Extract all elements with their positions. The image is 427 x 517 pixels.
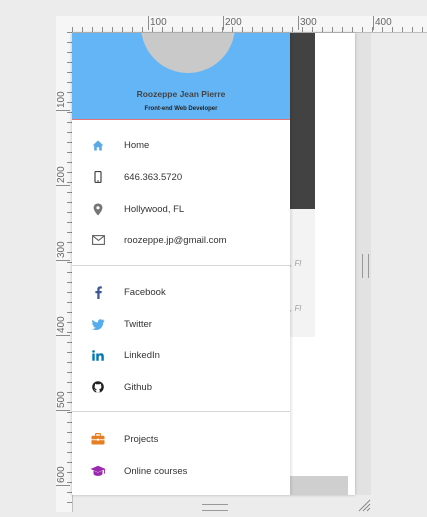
ruler-tick [56,485,70,486]
ruler-tick [56,185,70,186]
resize-corner-icon[interactable] [357,498,371,512]
ruler-tick [298,16,299,30]
device-viewport: , Fl , Fl Roozeppe Jean Pierre Front-end… [72,33,355,495]
drawer-item-projects[interactable]: Projects [72,426,290,452]
ruler-label: 300 [300,17,317,28]
ruler-label: 500 [56,391,67,408]
briefcase-icon [72,433,124,445]
resize-handle-right[interactable] [362,254,369,278]
drawer-item-label: Projects [124,433,159,445]
drawer-item-github[interactable]: Github [72,374,290,400]
drawer-item-label: Facebook [124,286,166,298]
ruler-label: 200 [225,17,242,28]
drawer-item-label: roozeppe.jp@gmail.com [124,234,227,246]
ruler-tick [56,335,70,336]
drawer-header: Roozeppe Jean Pierre Front-end Web Devel… [72,33,290,120]
facebook-icon [72,285,124,299]
location-icon [72,203,124,216]
ruler-label: 600 [56,466,67,483]
github-icon [72,381,124,393]
navigation-drawer: Roozeppe Jean Pierre Front-end Web Devel… [72,33,290,495]
drawer-item-phone[interactable]: 646.363.5720 [72,164,290,190]
ruler-label: 100 [150,17,167,28]
background-page-text: , Fl [290,259,302,268]
resize-handle-bottom[interactable] [202,504,228,511]
background-page-footer [290,476,348,495]
ruler-corner [56,16,72,32]
divider [72,265,290,266]
ruler-label: 300 [56,241,67,258]
ruler-label: 400 [56,316,67,333]
drawer-item-label: Online courses [124,465,188,477]
mail-icon [72,235,124,245]
profile-name: Roozeppe Jean Pierre [136,89,226,99]
twitter-icon [72,318,124,330]
background-page-text: , Fl [290,304,302,313]
drawer-item-facebook[interactable]: Facebook [72,279,290,305]
drawer-item-label: Hollywood, FL [124,203,185,215]
avatar [141,33,235,73]
home-icon [72,140,124,151]
ruler-tick [56,110,70,111]
drawer-item-label: LinkedIn [124,349,160,361]
phone-icon [72,171,124,183]
drawer-item-linkedin[interactable]: LinkedIn [72,342,290,368]
drawer-item-online-courses[interactable]: Online courses [72,458,290,484]
ruler-tick [223,16,224,30]
ruler-label: 100 [56,91,67,108]
divider [72,411,290,412]
drawer-item-label: Home [124,139,150,151]
ruler-tick [148,16,149,30]
drawer-item-twitter[interactable]: Twitter [72,311,290,337]
drawer-item-label: 646.363.5720 [124,171,183,183]
ruler-tick [373,16,374,30]
drawer-item-label: Twitter [124,318,152,330]
linkedin-icon [72,349,124,361]
graduation-cap-icon [72,465,124,477]
ruler-label: 400 [375,17,392,28]
ruler-tick [56,410,70,411]
drawer-item-label: Github [124,381,152,393]
background-page-header [290,33,315,209]
profile-role: Front-end Web Developer [144,106,218,112]
drawer-item-location[interactable]: Hollywood, FL [72,196,290,222]
drawer-item-email[interactable]: roozeppe.jp@gmail.com [72,227,290,253]
ruler-tick [56,260,70,261]
ruler-label: 200 [56,166,67,183]
background-page-section [290,209,315,337]
drawer-item-home[interactable]: Home [72,132,290,158]
